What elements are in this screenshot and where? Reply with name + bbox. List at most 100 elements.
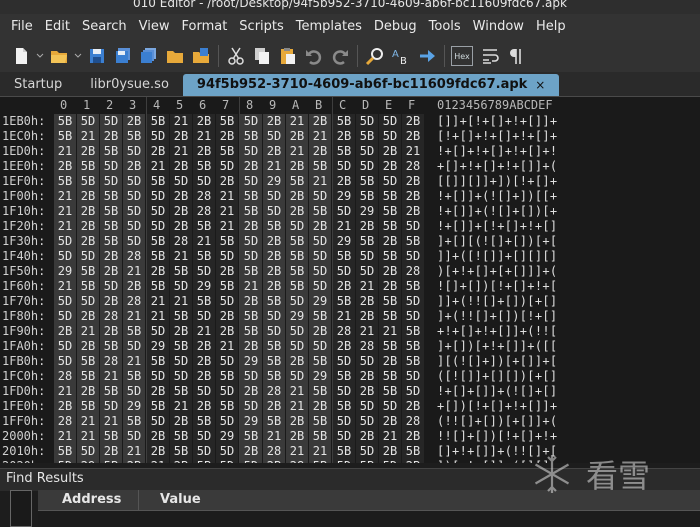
hex-byte[interactable]: 29 [309,369,331,384]
hex-byte[interactable]: 2B [54,159,76,174]
hex-byte[interactable]: 21 [123,309,145,324]
hex-byte[interactable]: 21 [216,339,238,354]
hex-byte[interactable]: 2B [240,294,262,309]
hex-byte[interactable]: 5D [170,354,192,369]
menu-window[interactable]: Window [467,14,530,40]
hex-byte[interactable]: 5B [379,369,401,384]
hex-byte[interactable]: 21 [170,294,192,309]
hex-byte[interactable]: 2B [309,324,331,339]
hex-byte[interactable]: 21 [147,294,169,309]
hex-byte[interactable]: 2B [263,459,285,463]
hex-byte[interactable]: 5D [286,324,308,339]
hex-byte[interactable]: 21 [356,279,378,294]
ascii-text[interactable]: )[+!+[]+[+[]]]+( [437,264,557,279]
hex-byte[interactable]: 2B [402,459,424,463]
hex-byte[interactable]: 5B [286,264,308,279]
hex-byte[interactable]: 2B [309,144,331,159]
hex-byte[interactable]: 5D [216,354,238,369]
hex-byte[interactable]: 5D [54,354,76,369]
hex-byte[interactable]: 5D [333,159,355,174]
menu-scripts[interactable]: Scripts [233,14,289,40]
hex-byte[interactable]: 5D [286,294,308,309]
column-address[interactable]: Address [62,492,121,507]
hex-byte[interactable]: 5B [402,354,424,369]
hex-byte[interactable]: 5D [402,294,424,309]
ascii-text[interactable]: ]]+(!![]+[])[+[] [437,294,557,309]
hex-byte[interactable]: 5D [147,414,169,429]
hex-byte[interactable]: 21 [77,414,99,429]
hex-byte[interactable]: 21 [309,444,331,459]
hex-byte[interactable]: 2B [77,384,99,399]
hex-byte[interactable]: 2B [193,114,215,129]
hex-byte[interactable]: 5D [170,279,192,294]
hex-byte[interactable]: 29 [147,339,169,354]
hex-byte[interactable]: 21 [356,324,378,339]
hex-byte[interactable]: 2B [170,324,192,339]
redo-icon[interactable] [329,45,351,67]
paste-icon[interactable] [277,45,299,67]
hex-byte[interactable]: 5D [240,174,262,189]
ascii-text[interactable]: []]+[!+[]+!+[]]+ [437,114,557,129]
new-file-icon[interactable] [10,45,32,67]
hex-byte[interactable]: 5B [240,189,262,204]
hex-byte[interactable]: 21 [77,129,99,144]
hex-byte[interactable]: 29 [333,234,355,249]
hex-byte[interactable]: 5B [147,354,169,369]
hex-byte[interactable]: 2B [100,129,122,144]
hex-byte[interactable]: 5B [54,129,76,144]
copy-icon[interactable] [251,45,273,67]
hex-byte[interactable]: 5D [240,249,262,264]
menu-help[interactable]: Help [530,14,572,40]
hex-byte[interactable]: 5B [240,429,262,444]
hex-byte[interactable]: 5B [147,399,169,414]
hex-byte[interactable]: 2B [170,204,192,219]
hex-byte[interactable]: 5D [54,459,76,463]
hex-byte[interactable]: 2B [147,429,169,444]
hex-byte[interactable]: 29 [240,354,262,369]
hex-byte[interactable]: 2B [333,339,355,354]
hex-byte[interactable]: 5B [356,234,378,249]
hex-byte[interactable]: 5D [193,429,215,444]
ascii-text[interactable]: ![]+[])[!+[]+!+[ [437,279,557,294]
hex-byte[interactable]: 2B [402,399,424,414]
hex-byte[interactable]: 2B [263,144,285,159]
hex-byte[interactable]: 2B [123,114,145,129]
hex-byte[interactable]: 5B [77,354,99,369]
hex-byte[interactable]: 5B [333,369,355,384]
wrap-icon[interactable] [479,45,501,67]
hex-byte[interactable]: 5D [263,309,285,324]
hex-byte[interactable]: 2B [216,309,238,324]
hex-byte[interactable]: 21 [240,279,262,294]
hex-byte[interactable]: 21 [263,429,285,444]
hex-byte[interactable]: 5D [379,129,401,144]
menu-tools[interactable]: Tools [423,14,467,40]
hex-byte[interactable]: 5B [240,129,262,144]
hex-byte[interactable]: 28 [402,159,424,174]
hex-byte[interactable]: 5B [100,384,122,399]
pilcrow-icon[interactable] [505,45,527,67]
hex-byte[interactable]: 2B [356,219,378,234]
hex-byte[interactable]: 5B [193,249,215,264]
hex-byte[interactable]: 28 [402,264,424,279]
hex-byte[interactable]: 5D [100,399,122,414]
hex-byte[interactable]: 5B [309,204,331,219]
hex-byte[interactable]: 2B [170,189,192,204]
hex-editor[interactable]: 0 1 2 3 4 5 6 7 8 9 A B C D E F 0123456789ABCDEF 1EB0h: 5… [0,97,700,463]
hex-byte[interactable]: 21 [100,414,122,429]
hex-byte[interactable]: 5D [263,324,285,339]
ascii-text[interactable]: !+[]]+[!+[]+!+[] [437,219,557,234]
hex-byte[interactable]: 2B [216,129,238,144]
hex-byte[interactable]: 5D [333,384,355,399]
hex-byte[interactable]: 2B [379,144,401,159]
hex-byte[interactable]: 5D [216,414,238,429]
hex-byte[interactable]: 21 [379,429,401,444]
hex-byte[interactable]: 21 [286,399,308,414]
hex-byte[interactable]: 5D [240,234,262,249]
menu-templates[interactable]: Templates [290,14,368,40]
hex-byte[interactable]: 5B [100,429,122,444]
hex-byte[interactable]: 5B [147,234,169,249]
hex-byte[interactable]: 2B [309,114,331,129]
save-icon[interactable] [86,45,108,67]
hex-byte[interactable]: 2B [100,264,122,279]
hex-byte[interactable]: 28 [170,234,192,249]
